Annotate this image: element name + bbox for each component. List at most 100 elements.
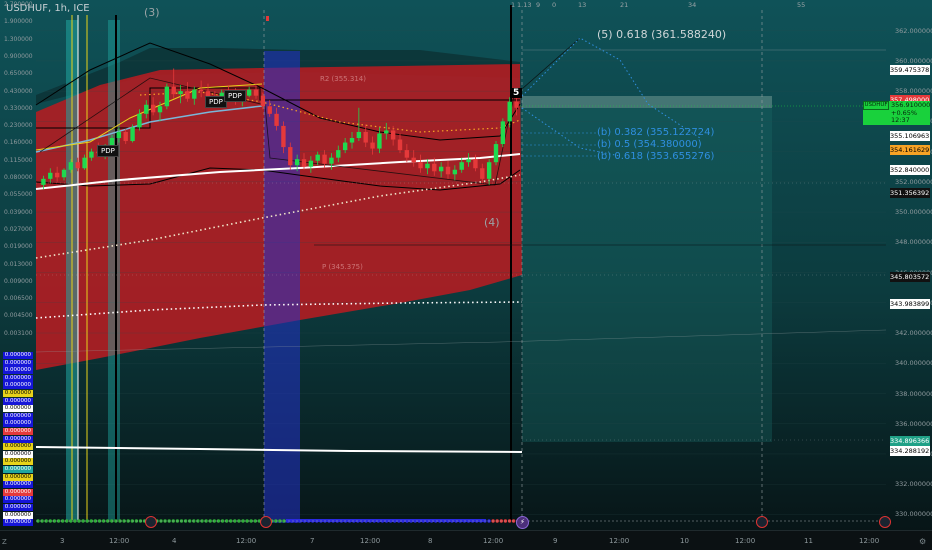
candle-body-32 xyxy=(260,95,266,107)
left-value-box-13: 0.000000 xyxy=(3,450,33,458)
price-tick-16: 330.000000 xyxy=(895,510,932,519)
left-value-box-2: 0.000000 xyxy=(3,367,33,375)
candle-body-17 xyxy=(157,106,163,113)
candle-body-60 xyxy=(452,169,458,175)
candle-body-55 xyxy=(418,162,423,169)
candle-body-16 xyxy=(150,104,156,113)
time-label-5: 12:00 xyxy=(360,537,381,545)
left-tick-3: 0.900000 xyxy=(4,52,33,60)
candle-body-46 xyxy=(356,131,362,139)
candle-body-23 xyxy=(198,89,204,92)
candle-body-22 xyxy=(192,89,197,99)
left-tick-1: 1.900000 xyxy=(4,18,33,26)
flash-icon[interactable]: ⚡ xyxy=(516,516,529,529)
candle-body-47 xyxy=(363,131,368,143)
time-label-1: 12:00 xyxy=(109,537,130,545)
blue-volatility-zone xyxy=(264,51,300,523)
fib-label-b-500: (b) 0.5 (354.380000) xyxy=(597,139,702,150)
candle-body-54 xyxy=(411,157,416,163)
left-value-box-18: 0.000000 xyxy=(3,488,33,496)
event-flag-icon-2[interactable] xyxy=(260,516,272,528)
price-tick-12: 338.000000 xyxy=(895,389,932,398)
last-price-symbol: USDHUF xyxy=(863,101,889,110)
candle-body-52 xyxy=(397,139,403,151)
candle-body-38 xyxy=(301,159,307,167)
time-label-10: 10 xyxy=(680,537,689,545)
candle-body-30 xyxy=(246,89,252,96)
time-label-11: 12:00 xyxy=(735,537,756,545)
left-tick-19: 0.003100 xyxy=(4,329,33,337)
candle-body-33 xyxy=(267,106,272,114)
left-value-box-9: 0.000000 xyxy=(3,420,33,428)
candle-body-45 xyxy=(349,138,355,143)
candle-body-64 xyxy=(480,168,485,179)
fib-top-num-3: 0 xyxy=(552,1,557,9)
time-label-6: 8 xyxy=(428,537,433,545)
fib-top-num-0: 1 xyxy=(511,1,516,9)
left-tick-17: 0.006500 xyxy=(4,295,33,303)
event-flag-icon-3[interactable] xyxy=(756,516,768,528)
timezone-icon[interactable]: Z xyxy=(2,538,7,546)
time-label-12: 11 xyxy=(804,537,813,545)
left-tick-4: 0.650000 xyxy=(4,70,33,78)
time-label-0: 3 xyxy=(60,537,65,545)
candle-body-49 xyxy=(377,133,382,149)
left-axis: 2.700000 1.900000 1.300000 0.900000 0.650000… xyxy=(0,0,36,527)
left-value-box-15: 0.000000 xyxy=(3,466,33,473)
left-value-box-12: 0.000000 xyxy=(3,443,33,451)
price-tag-6: 345.803572 xyxy=(890,271,930,282)
left-value-box-1: 0.000000 xyxy=(3,359,33,367)
left-value-box-11: 0.000000 xyxy=(3,435,33,443)
left-tick-9: 0.115000 xyxy=(4,156,33,164)
left-tick-14: 0.019000 xyxy=(4,243,33,251)
time-label-3: 12:00 xyxy=(236,537,257,545)
wave-label-3: (3) xyxy=(144,6,160,19)
time-axis[interactable]: 3 12:00 4 12:00 7 12:00 8 12:00 9 12:00 10 12:00 11 1… xyxy=(0,530,932,550)
teal-bar-2 xyxy=(108,20,120,520)
left-value-box-7: 0.000000 xyxy=(3,405,33,413)
price-tag-3: 354.161629 xyxy=(890,145,930,156)
candle-18 xyxy=(164,83,170,110)
time-label-4: 7 xyxy=(310,537,315,545)
candle-body-34 xyxy=(274,113,279,126)
price-tick-0: 362.000000 xyxy=(895,26,932,35)
event-flag-icon-4[interactable] xyxy=(879,516,891,528)
left-tick-16: 0.009000 xyxy=(4,277,33,285)
fib-top-num-1: 1.13 xyxy=(517,1,532,9)
left-tick-18: 0.004500 xyxy=(4,312,33,320)
candle-body-15 xyxy=(144,104,149,114)
candle-body-50 xyxy=(384,130,389,134)
time-label-2: 4 xyxy=(172,537,177,545)
left-value-box-19: 0.000000 xyxy=(3,496,33,504)
candle-body-20 xyxy=(178,91,183,95)
price-tag-9: 334.288192 xyxy=(890,445,930,456)
event-flag-icon-1[interactable] xyxy=(145,516,157,528)
price-tick-7: 348.000000 xyxy=(895,238,932,247)
candle-body-21 xyxy=(185,91,190,99)
left-value-box-17: 0.000000 xyxy=(3,481,33,489)
candle-67 xyxy=(500,118,506,148)
left-value-box-8: 0.000000 xyxy=(3,412,33,420)
left-tick-0: 2.700000 xyxy=(4,1,33,8)
candle-body-63 xyxy=(473,159,478,169)
fib-top-num-5: 21 xyxy=(620,1,629,9)
candle-body-48 xyxy=(370,142,375,149)
left-tick-2: 1.300000 xyxy=(4,35,33,43)
price-chart[interactable] xyxy=(0,0,932,550)
candle-body-11 xyxy=(116,131,122,139)
candle-66 xyxy=(493,141,499,166)
left-tick-13: 0.027000 xyxy=(4,225,33,233)
candle-body-2 xyxy=(54,172,60,178)
candle-body-40 xyxy=(315,154,320,161)
fib-top-num-4: 13 xyxy=(578,1,587,9)
price-tick-15: 332.000000 xyxy=(895,480,932,489)
left-value-box-5: 0.000000 xyxy=(3,390,33,397)
candle-body-62 xyxy=(466,159,471,163)
left-tick-11: 0.055000 xyxy=(4,191,33,199)
settings-gear-icon[interactable]: ⚙ xyxy=(919,537,926,546)
left-value-box-21: 0.000000 xyxy=(3,511,33,519)
candle-body-61 xyxy=(459,162,464,170)
left-value-box-3: 0.000000 xyxy=(3,374,33,382)
candle-body-43 xyxy=(336,150,341,158)
bar-countdown: 12:37 xyxy=(891,116,910,124)
